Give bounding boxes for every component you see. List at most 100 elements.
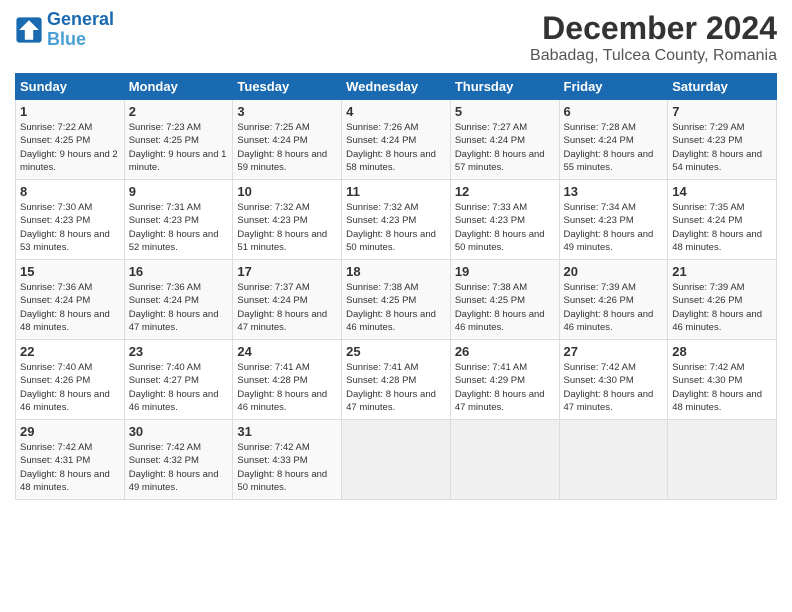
cell-info: Sunrise: 7:30 AMSunset: 4:23 PMDaylight:…	[20, 202, 110, 253]
calendar-week-4: 22 Sunrise: 7:40 AMSunset: 4:26 PMDaylig…	[16, 340, 777, 420]
cell-info: Sunrise: 7:38 AMSunset: 4:25 PMDaylight:…	[346, 282, 436, 333]
calendar-header: SundayMondayTuesdayWednesdayThursdayFrid…	[16, 74, 777, 100]
calendar-week-3: 15 Sunrise: 7:36 AMSunset: 4:24 PMDaylig…	[16, 260, 777, 340]
calendar-cell: 18 Sunrise: 7:38 AMSunset: 4:25 PMDaylig…	[342, 260, 451, 340]
day-number: 16	[129, 264, 229, 279]
calendar-cell: 20 Sunrise: 7:39 AMSunset: 4:26 PMDaylig…	[559, 260, 668, 340]
calendar-week-5: 29 Sunrise: 7:42 AMSunset: 4:31 PMDaylig…	[16, 420, 777, 500]
cell-info: Sunrise: 7:36 AMSunset: 4:24 PMDaylight:…	[20, 282, 110, 333]
cell-info: Sunrise: 7:28 AMSunset: 4:24 PMDaylight:…	[564, 122, 654, 173]
day-number: 5	[455, 104, 555, 119]
calendar-week-1: 1 Sunrise: 7:22 AMSunset: 4:25 PMDayligh…	[16, 100, 777, 180]
calendar-cell: 26 Sunrise: 7:41 AMSunset: 4:29 PMDaylig…	[450, 340, 559, 420]
cell-info: Sunrise: 7:31 AMSunset: 4:23 PMDaylight:…	[129, 202, 219, 253]
day-number: 14	[672, 184, 772, 199]
calendar-week-2: 8 Sunrise: 7:30 AMSunset: 4:23 PMDayligh…	[16, 180, 777, 260]
cell-info: Sunrise: 7:34 AMSunset: 4:23 PMDaylight:…	[564, 202, 654, 253]
day-number: 9	[129, 184, 229, 199]
calendar-cell: 16 Sunrise: 7:36 AMSunset: 4:24 PMDaylig…	[124, 260, 233, 340]
cell-info: Sunrise: 7:33 AMSunset: 4:23 PMDaylight:…	[455, 202, 545, 253]
calendar-cell: 14 Sunrise: 7:35 AMSunset: 4:24 PMDaylig…	[668, 180, 777, 260]
calendar-cell: 10 Sunrise: 7:32 AMSunset: 4:23 PMDaylig…	[233, 180, 342, 260]
cell-info: Sunrise: 7:23 AMSunset: 4:25 PMDaylight:…	[129, 122, 227, 173]
day-number: 8	[20, 184, 120, 199]
cell-info: Sunrise: 7:41 AMSunset: 4:28 PMDaylight:…	[237, 362, 327, 413]
cell-info: Sunrise: 7:29 AMSunset: 4:23 PMDaylight:…	[672, 122, 762, 173]
calendar-cell: 17 Sunrise: 7:37 AMSunset: 4:24 PMDaylig…	[233, 260, 342, 340]
logo: General Blue	[15, 10, 114, 50]
day-number: 31	[237, 424, 337, 439]
main-container: General Blue December 2024 Babadag, Tulc…	[0, 0, 792, 612]
day-number: 26	[455, 344, 555, 359]
calendar-cell: 4 Sunrise: 7:26 AMSunset: 4:24 PMDayligh…	[342, 100, 451, 180]
page-subtitle: Babadag, Tulcea County, Romania	[530, 47, 777, 65]
day-number: 7	[672, 104, 772, 119]
calendar-cell: 3 Sunrise: 7:25 AMSunset: 4:24 PMDayligh…	[233, 100, 342, 180]
weekday-header-saturday: Saturday	[668, 74, 777, 100]
day-number: 21	[672, 264, 772, 279]
cell-info: Sunrise: 7:35 AMSunset: 4:24 PMDaylight:…	[672, 202, 762, 253]
calendar-cell: 30 Sunrise: 7:42 AMSunset: 4:32 PMDaylig…	[124, 420, 233, 500]
cell-info: Sunrise: 7:32 AMSunset: 4:23 PMDaylight:…	[237, 202, 327, 253]
weekday-header-wednesday: Wednesday	[342, 74, 451, 100]
day-number: 28	[672, 344, 772, 359]
weekday-header-monday: Monday	[124, 74, 233, 100]
logo-icon	[15, 16, 43, 44]
calendar-cell: 21 Sunrise: 7:39 AMSunset: 4:26 PMDaylig…	[668, 260, 777, 340]
cell-info: Sunrise: 7:22 AMSunset: 4:25 PMDaylight:…	[20, 122, 118, 173]
calendar-cell: 27 Sunrise: 7:42 AMSunset: 4:30 PMDaylig…	[559, 340, 668, 420]
calendar-cell: 12 Sunrise: 7:33 AMSunset: 4:23 PMDaylig…	[450, 180, 559, 260]
calendar-cell: 22 Sunrise: 7:40 AMSunset: 4:26 PMDaylig…	[16, 340, 125, 420]
day-number: 24	[237, 344, 337, 359]
weekday-header-row: SundayMondayTuesdayWednesdayThursdayFrid…	[16, 74, 777, 100]
cell-info: Sunrise: 7:42 AMSunset: 4:32 PMDaylight:…	[129, 442, 219, 493]
weekday-header-friday: Friday	[559, 74, 668, 100]
header: General Blue December 2024 Babadag, Tulc…	[15, 10, 777, 65]
calendar-cell	[342, 420, 451, 500]
cell-info: Sunrise: 7:36 AMSunset: 4:24 PMDaylight:…	[129, 282, 219, 333]
cell-info: Sunrise: 7:26 AMSunset: 4:24 PMDaylight:…	[346, 122, 436, 173]
page-title: December 2024	[530, 10, 777, 47]
day-number: 3	[237, 104, 337, 119]
day-number: 10	[237, 184, 337, 199]
calendar-cell	[450, 420, 559, 500]
title-block: December 2024 Babadag, Tulcea County, Ro…	[530, 10, 777, 65]
day-number: 22	[20, 344, 120, 359]
day-number: 17	[237, 264, 337, 279]
calendar-cell: 6 Sunrise: 7:28 AMSunset: 4:24 PMDayligh…	[559, 100, 668, 180]
calendar-cell: 15 Sunrise: 7:36 AMSunset: 4:24 PMDaylig…	[16, 260, 125, 340]
cell-info: Sunrise: 7:38 AMSunset: 4:25 PMDaylight:…	[455, 282, 545, 333]
day-number: 30	[129, 424, 229, 439]
weekday-header-thursday: Thursday	[450, 74, 559, 100]
day-number: 27	[564, 344, 664, 359]
cell-info: Sunrise: 7:27 AMSunset: 4:24 PMDaylight:…	[455, 122, 545, 173]
calendar-cell: 13 Sunrise: 7:34 AMSunset: 4:23 PMDaylig…	[559, 180, 668, 260]
logo-line2: Blue	[47, 29, 86, 49]
day-number: 1	[20, 104, 120, 119]
day-number: 15	[20, 264, 120, 279]
calendar-cell: 7 Sunrise: 7:29 AMSunset: 4:23 PMDayligh…	[668, 100, 777, 180]
day-number: 12	[455, 184, 555, 199]
day-number: 18	[346, 264, 446, 279]
day-number: 19	[455, 264, 555, 279]
cell-info: Sunrise: 7:40 AMSunset: 4:27 PMDaylight:…	[129, 362, 219, 413]
day-number: 25	[346, 344, 446, 359]
day-number: 11	[346, 184, 446, 199]
cell-info: Sunrise: 7:37 AMSunset: 4:24 PMDaylight:…	[237, 282, 327, 333]
calendar-body: 1 Sunrise: 7:22 AMSunset: 4:25 PMDayligh…	[16, 100, 777, 500]
cell-info: Sunrise: 7:42 AMSunset: 4:30 PMDaylight:…	[672, 362, 762, 413]
calendar-cell: 19 Sunrise: 7:38 AMSunset: 4:25 PMDaylig…	[450, 260, 559, 340]
day-number: 20	[564, 264, 664, 279]
day-number: 2	[129, 104, 229, 119]
day-number: 23	[129, 344, 229, 359]
calendar-cell: 23 Sunrise: 7:40 AMSunset: 4:27 PMDaylig…	[124, 340, 233, 420]
calendar-cell: 24 Sunrise: 7:41 AMSunset: 4:28 PMDaylig…	[233, 340, 342, 420]
calendar-cell	[559, 420, 668, 500]
day-number: 6	[564, 104, 664, 119]
calendar-cell	[668, 420, 777, 500]
calendar-cell: 25 Sunrise: 7:41 AMSunset: 4:28 PMDaylig…	[342, 340, 451, 420]
cell-info: Sunrise: 7:42 AMSunset: 4:30 PMDaylight:…	[564, 362, 654, 413]
cell-info: Sunrise: 7:42 AMSunset: 4:31 PMDaylight:…	[20, 442, 110, 493]
cell-info: Sunrise: 7:25 AMSunset: 4:24 PMDaylight:…	[237, 122, 327, 173]
day-number: 13	[564, 184, 664, 199]
